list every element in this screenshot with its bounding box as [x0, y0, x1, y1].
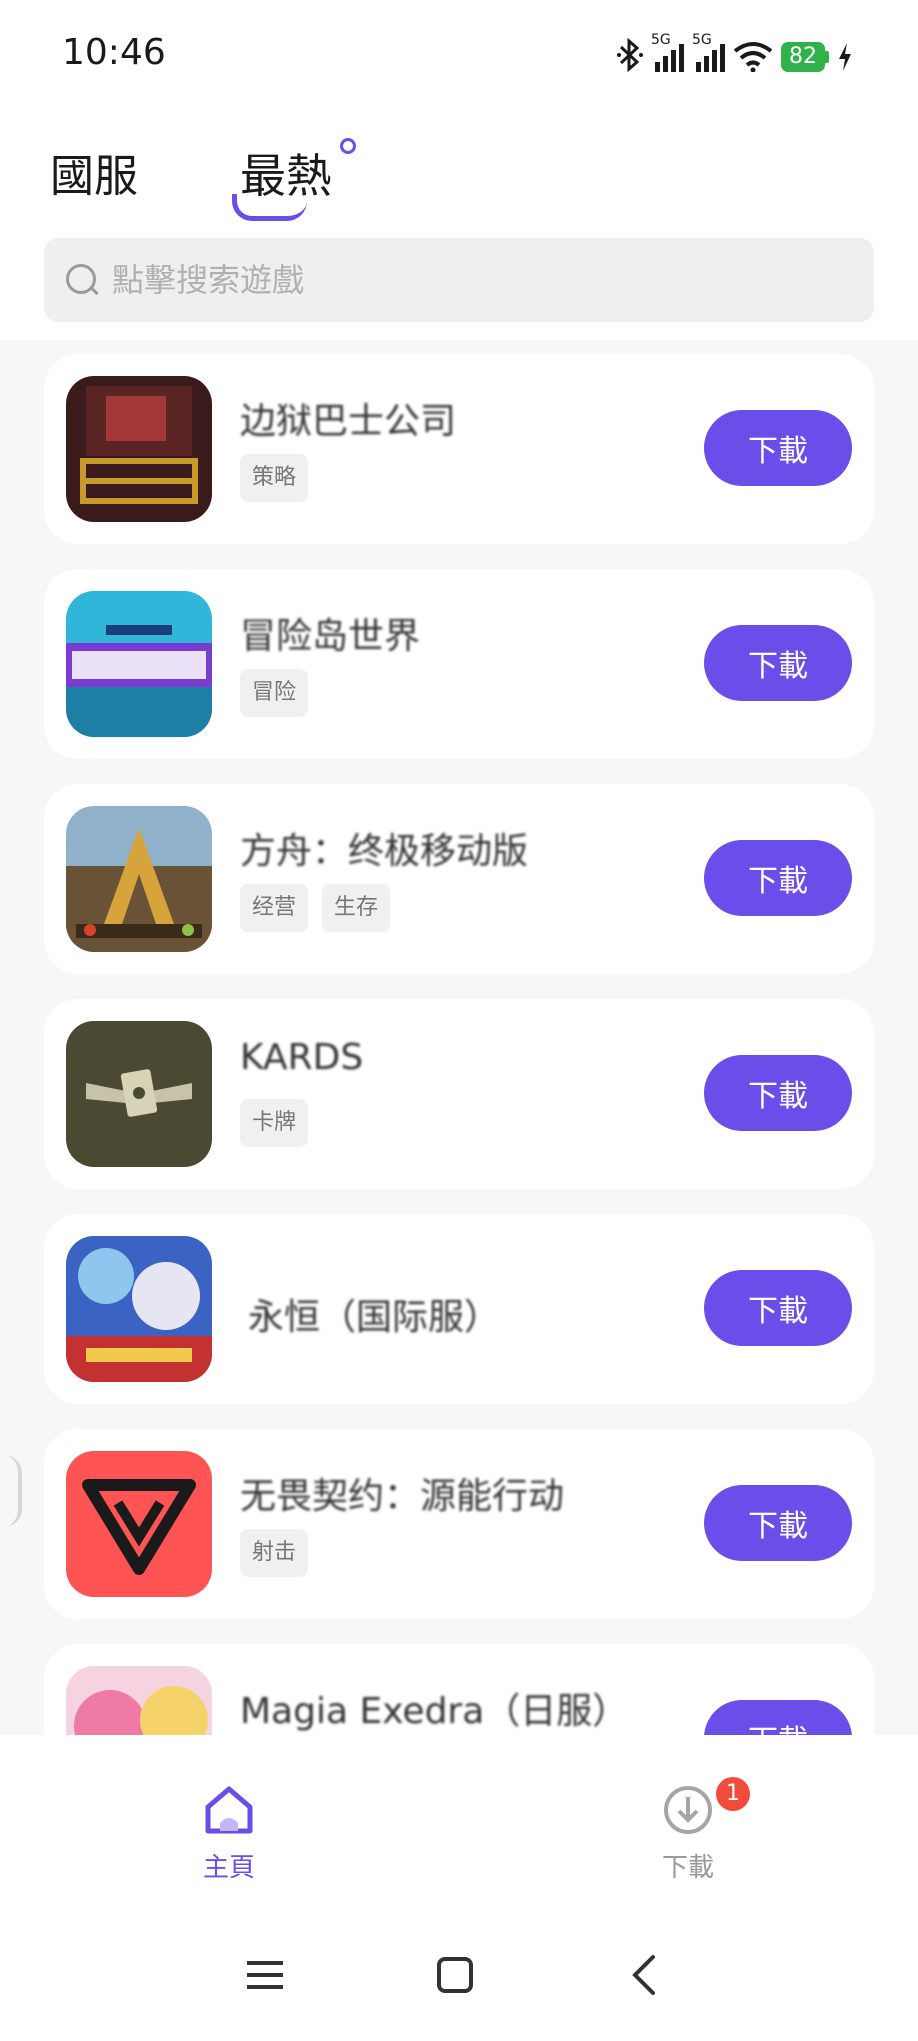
game-title: 无畏契约：源能行动: [240, 1476, 565, 1517]
nav-home-label: 主頁: [202, 1853, 255, 1883]
wifi-icon: [733, 42, 773, 72]
download-button[interactable]: 下載: [704, 1700, 852, 1735]
signal-strength-icon: 5G: [651, 32, 684, 72]
game-card[interactable]: 冒险岛世界 冒险 下載: [44, 569, 874, 759]
limbus-company-icon[interactable]: [66, 376, 212, 522]
game-title: 边狱巴士公司: [240, 401, 457, 442]
active-tab-indicator: [232, 194, 307, 221]
top-header: 國服 最熱: [0, 110, 918, 340]
game-title: 冒险岛世界: [240, 616, 421, 657]
download-button[interactable]: 下載: [704, 1485, 852, 1561]
ark-mobile-icon[interactable]: [66, 806, 212, 952]
status-bar: 10:46 5G 5G 82: [0, 0, 918, 110]
battery-level: 82: [781, 42, 825, 72]
game-tag: 策略: [240, 454, 309, 502]
download-button[interactable]: 下載: [704, 410, 852, 486]
search-icon: [66, 264, 98, 296]
game-title: Magia Exedra（日服）: [240, 1691, 629, 1732]
signal-type-label-2: 5G: [692, 32, 712, 48]
search-input[interactable]: [110, 260, 814, 300]
game-title: KARDS: [240, 1037, 364, 1078]
status-icons: 5G 5G 82: [617, 32, 853, 72]
game-tag: 经营: [240, 884, 309, 932]
charging-icon: [839, 43, 851, 71]
game-title: 方舟：终极移动版: [240, 831, 529, 872]
game-tag: 冒险: [240, 669, 309, 717]
game-card[interactable]: 无畏契约：源能行动 射击 下載: [44, 1429, 874, 1619]
signal-type-label: 5G: [651, 32, 671, 48]
search-bar[interactable]: [44, 238, 874, 322]
nav-downloads-label: 下載: [661, 1853, 714, 1883]
app-screen: 10:46 5G 5G 82 國服 最熱 點擊搜索遊戲 边狱巴士公司 策略 下載…: [0, 0, 918, 2041]
download-button[interactable]: 下載: [704, 1055, 852, 1131]
game-card[interactable]: Magia Exedra（日服） 下載: [44, 1644, 874, 1735]
battery-icon: 82: [781, 42, 829, 72]
game-tags: 经营 生存: [240, 884, 391, 932]
system-navigation-bar: [0, 1905, 918, 2041]
game-card[interactable]: 永恒（国际服） 下載: [44, 1214, 874, 1404]
download-icon: [664, 1786, 712, 1834]
eternal-icon[interactable]: [66, 1236, 212, 1382]
game-list[interactable]: 边狱巴士公司 策略 下載 冒险岛世界 冒险 下載 方舟：终极移动版 经营 生存 …: [0, 340, 918, 1735]
tab-guofu[interactable]: 國服: [50, 140, 138, 204]
magia-exedra-icon[interactable]: [66, 1666, 212, 1735]
game-tags: 卡牌: [240, 1099, 309, 1147]
bottom-navigation: 主頁 1 下載: [0, 1735, 918, 1905]
valorant-icon[interactable]: [66, 1451, 212, 1597]
game-tags: 策略: [240, 454, 309, 502]
home-icon: [205, 1786, 253, 1834]
game-tags: 冒险: [240, 669, 309, 717]
download-button[interactable]: 下載: [704, 840, 852, 916]
maplestory-worlds-icon[interactable]: [66, 591, 212, 737]
recents-menu-icon[interactable]: [235, 1945, 295, 2005]
signal-strength-icon-2: 5G: [692, 32, 725, 72]
bluetooth-icon: [617, 38, 643, 72]
system-home-icon[interactable]: [425, 1945, 485, 2005]
back-icon[interactable]: [615, 1945, 675, 2005]
nav-downloads[interactable]: 1 下載: [588, 1777, 788, 1884]
status-time: 10:46: [62, 32, 166, 73]
game-tags: 射击: [240, 1529, 309, 1577]
side-drawer-handle[interactable]: [4, 1455, 22, 1527]
game-card[interactable]: 边狱巴士公司 策略 下載: [44, 354, 874, 544]
game-tag: 生存: [322, 884, 391, 932]
game-tag: 卡牌: [240, 1099, 309, 1147]
game-card[interactable]: KARDS 卡牌 下載: [44, 999, 874, 1189]
nav-home[interactable]: 主頁: [129, 1783, 329, 1884]
kards-icon[interactable]: [66, 1021, 212, 1167]
download-count-badge: 1: [716, 1777, 750, 1811]
download-button[interactable]: 下載: [704, 625, 852, 701]
game-title: 永恒（国际服）: [248, 1297, 501, 1338]
download-button[interactable]: 下載: [704, 1270, 852, 1346]
game-card[interactable]: 方舟：终极移动版 经营 生存 下載: [44, 784, 874, 974]
active-tab-dot: [340, 138, 356, 154]
game-tag: 射击: [240, 1529, 309, 1577]
